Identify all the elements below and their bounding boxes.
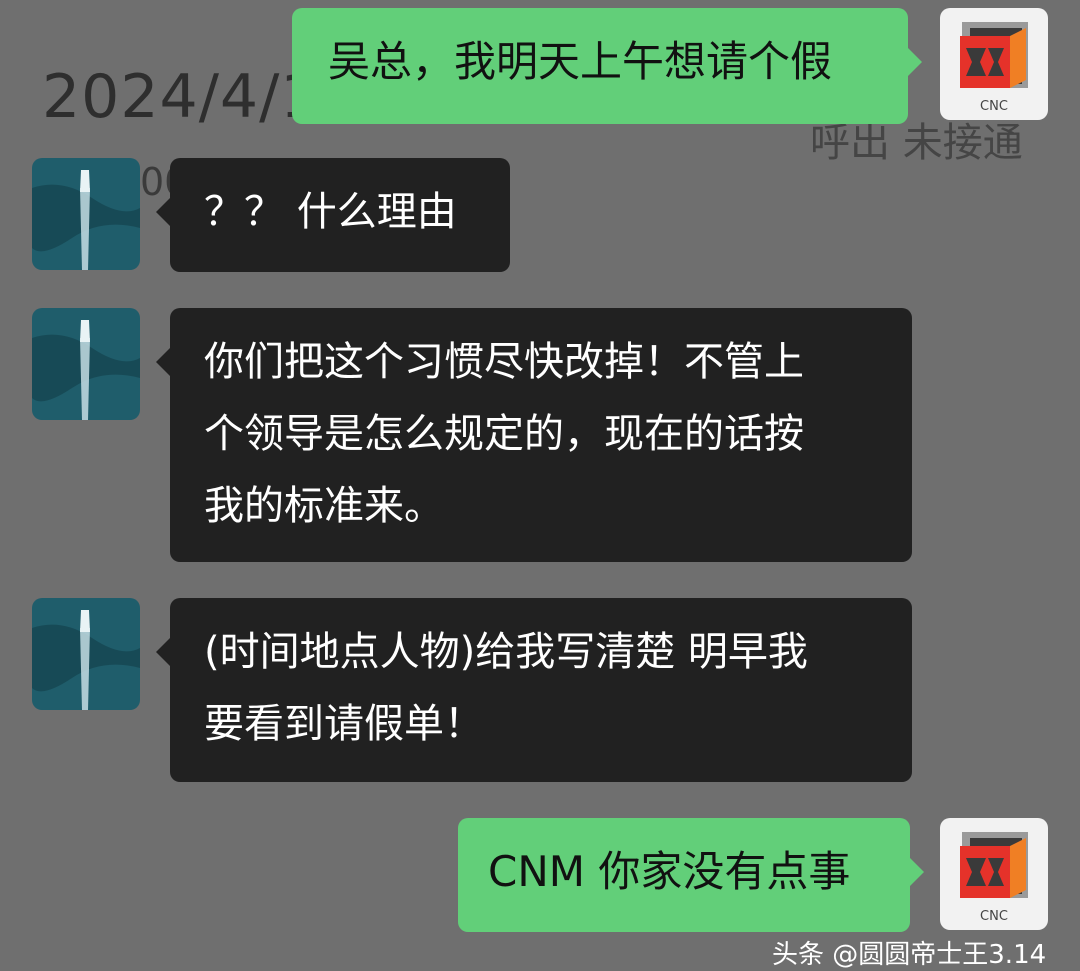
message-line: 我的标准来。 — [204, 483, 444, 529]
background-date-text: 2024/4/1 — [42, 62, 320, 132]
message-line: 你们把这个习惯尽快改掉！不管上 — [204, 339, 804, 385]
message-bubble-boss[interactable]: ？？ 什么理由 — [156, 158, 510, 272]
cube-logo-icon: CNC — [940, 818, 1048, 930]
message-text: CNM 你家没有点事 — [488, 847, 851, 896]
self-avatar[interactable]: CNC — [940, 8, 1048, 120]
boat-aerial-icon — [32, 308, 140, 420]
boat-aerial-icon — [32, 598, 140, 710]
message-bubble-self[interactable]: 吴总，我明天上午想请个假 — [292, 8, 922, 124]
boss-avatar[interactable] — [32, 308, 140, 420]
message-text: ？？ 什么理由 — [204, 189, 457, 235]
self-avatar[interactable]: CNC — [940, 818, 1048, 930]
message-bubble-boss[interactable]: 你们把这个习惯尽快改掉！不管上 个领导是怎么规定的，现在的话按 我的标准来。 — [156, 308, 912, 562]
logo-text: CNC — [980, 99, 1008, 114]
logo-text: CNC — [980, 909, 1008, 924]
watermark: 头条 @圆圆帝士王3.14 — [772, 940, 1047, 970]
boat-aerial-icon — [32, 158, 140, 270]
message-bubble-boss[interactable]: (时间地点人物)给我写清楚 明早我 要看到请假单！ — [156, 598, 912, 782]
message-bubble-self[interactable]: CNM 你家没有点事 — [458, 818, 924, 932]
message-line: 要看到请假单！ — [204, 701, 484, 747]
message-line: (时间地点人物)给我写清楚 明早我 — [204, 629, 808, 675]
message-text: 吴总，我明天上午想请个假 — [328, 37, 833, 86]
boss-avatar[interactable] — [32, 598, 140, 710]
message-line: 个领导是怎么规定的，现在的话按 — [204, 411, 804, 457]
boss-avatar[interactable] — [32, 158, 140, 270]
cube-logo-icon: CNC — [940, 8, 1048, 120]
